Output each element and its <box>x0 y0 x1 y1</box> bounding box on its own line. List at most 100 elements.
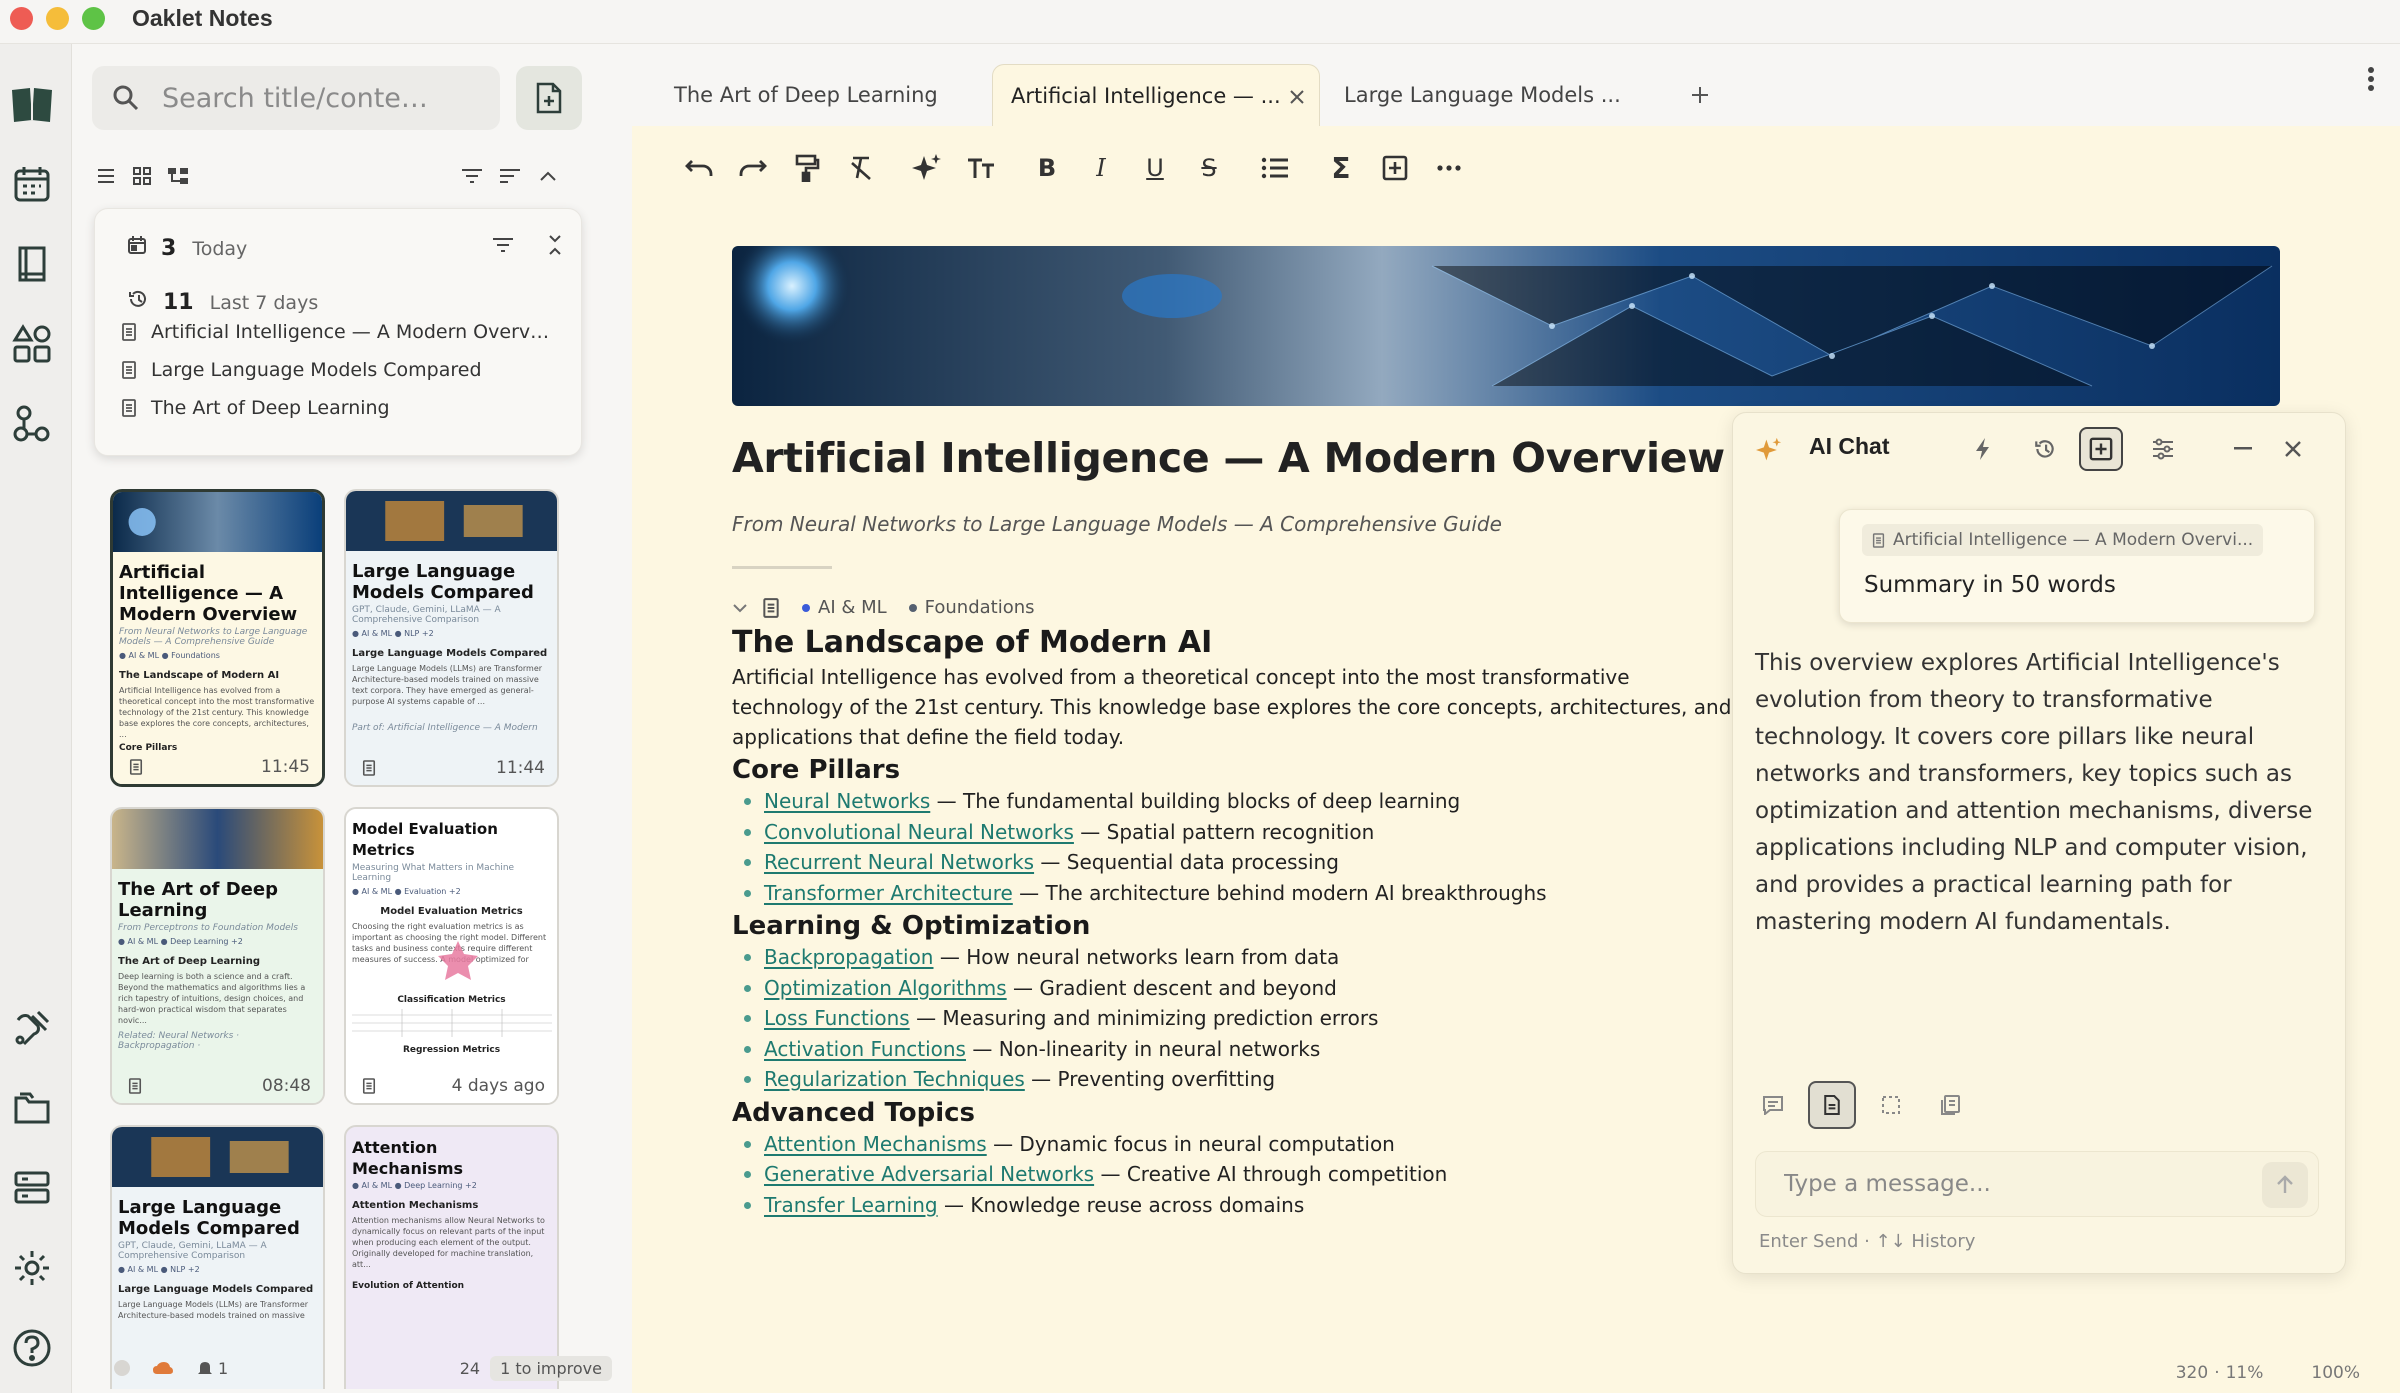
close-window-button[interactable] <box>10 7 33 30</box>
bullet-list-button[interactable] <box>1248 146 1302 190</box>
tree-icon <box>168 168 188 184</box>
format-painter-button[interactable] <box>780 146 834 190</box>
tree-view-button[interactable] <box>164 162 192 190</box>
mode-selection-button[interactable] <box>1867 1081 1915 1129</box>
recent-item[interactable]: Large Language Models Compared <box>121 355 482 385</box>
new-note-button[interactable] <box>516 66 582 130</box>
tab-deep-learning[interactable]: The Art of Deep Learning <box>632 64 982 126</box>
filter-button[interactable] <box>458 162 486 190</box>
note-link[interactable]: Transfer Learning <box>764 1193 938 1217</box>
card-title: Large Language Models Compared <box>352 561 534 603</box>
chevron-down-icon[interactable] <box>732 603 748 613</box>
lightning-icon <box>1976 438 1989 460</box>
close-tab-icon[interactable] <box>1289 89 1305 105</box>
note-link[interactable]: Attention Mechanisms <box>764 1132 987 1156</box>
week-stat[interactable]: 11 Last 7 days <box>127 289 318 315</box>
chat-message-input[interactable] <box>1784 1171 2224 1197</box>
list-item-text: — Preventing overfitting <box>1024 1067 1276 1091</box>
note-link[interactable]: Neural Networks <box>764 789 930 813</box>
sort-button[interactable] <box>496 162 524 190</box>
note-card[interactable]: Model Evaluation Metrics Measuring What … <box>344 807 559 1105</box>
rail-notes-button[interactable] <box>8 80 56 128</box>
note-link[interactable]: Regularization Techniques <box>764 1067 1025 1091</box>
list-view-button[interactable] <box>92 162 120 190</box>
note-link[interactable]: Transformer Architecture <box>764 881 1013 905</box>
recent-item[interactable]: Artificial Intelligence — A Modern Overv… <box>121 317 549 347</box>
paint-roller-icon <box>795 154 820 182</box>
rail-notebook-button[interactable] <box>8 240 56 288</box>
note-link[interactable]: Recurrent Neural Networks <box>764 850 1034 874</box>
search-box[interactable] <box>92 66 500 130</box>
recent-item-label: The Art of Deep Learning <box>151 397 390 419</box>
mode-multi-doc-button[interactable] <box>1926 1081 1974 1129</box>
bold-button[interactable]: B <box>1020 146 1074 190</box>
tag-ai-ml[interactable]: AI & ML <box>802 597 887 618</box>
heading-size-button[interactable] <box>954 146 1008 190</box>
new-tab-button[interactable] <box>1680 64 1720 126</box>
document-icon <box>763 597 779 618</box>
zoom-level[interactable]: 100% <box>2311 1363 2360 1383</box>
note-card[interactable]: Large Language Models Compared GPT, Clau… <box>344 489 559 787</box>
tag-foundations[interactable]: Foundations <box>908 597 1035 618</box>
improve-badge[interactable]: 1 to improve <box>490 1355 612 1381</box>
rail-graph-button[interactable] <box>8 400 56 448</box>
strikethrough-button[interactable]: S <box>1182 146 1236 190</box>
rail-shapes-button[interactable] <box>8 320 56 368</box>
recent-item[interactable]: The Art of Deep Learning <box>121 393 390 423</box>
context-chip[interactable]: Artificial Intelligence — A Modern Overv… <box>1862 524 2264 556</box>
chat-settings-button[interactable] <box>2141 427 2185 471</box>
card-excerpt: Large Language Models (LLMs) are Transfo… <box>118 1300 309 1320</box>
note-link[interactable]: Loss Functions <box>764 1006 910 1030</box>
italic-button[interactable]: I <box>1074 146 1128 190</box>
cloud-icon[interactable] <box>152 1361 174 1375</box>
intro-paragraph[interactable]: Artificial Intelligence has evolved from… <box>732 662 1732 752</box>
rail-storage-button[interactable] <box>8 1164 56 1212</box>
search-input[interactable] <box>162 82 462 114</box>
note-card[interactable]: Artificial Intelligence — A Modern Overv… <box>110 489 325 787</box>
chat-title: AI Chat <box>1809 433 1890 459</box>
underline-button[interactable]: U <box>1128 146 1182 190</box>
mode-document-button[interactable] <box>1808 1081 1856 1129</box>
redo-button[interactable] <box>726 146 780 190</box>
ai-assist-button[interactable] <box>900 146 954 190</box>
new-chat-button[interactable] <box>2079 427 2123 471</box>
recent-collapse-button[interactable] <box>541 231 569 259</box>
send-button[interactable] <box>2262 1162 2308 1208</box>
recent-filter-button[interactable] <box>489 231 517 259</box>
rail-plugins-button[interactable] <box>8 1004 56 1052</box>
note-link[interactable]: Convolutional Neural Networks <box>764 820 1074 844</box>
clear-format-button[interactable] <box>834 146 888 190</box>
card-heading: The Landscape of Modern AI <box>119 670 280 681</box>
mode-chat-button[interactable] <box>1749 1081 1797 1129</box>
quick-actions-button[interactable] <box>1961 427 2005 471</box>
note-link[interactable]: Backpropagation <box>764 945 933 969</box>
card-section: Related: Neural Networks · Backpropagati… <box>118 1031 240 1051</box>
more-vertical-icon <box>2368 67 2374 91</box>
today-stat[interactable]: 3 Today <box>127 235 247 261</box>
collapse-button[interactable] <box>534 162 562 190</box>
chat-history-button[interactable] <box>2023 427 2067 471</box>
zoom-window-button[interactable] <box>82 7 105 30</box>
rail-calendar-button[interactable] <box>8 160 56 208</box>
close-chat-button[interactable] <box>2271 427 2315 471</box>
note-card[interactable]: The Art of Deep Learning From Perceptron… <box>110 807 325 1105</box>
undo-button[interactable] <box>672 146 726 190</box>
more-tools-button[interactable] <box>1422 146 1476 190</box>
tab-llm-compared[interactable]: Large Language Models ... <box>1344 64 1621 126</box>
minimize-window-button[interactable] <box>46 7 69 30</box>
minimize-chat-button[interactable] <box>2221 427 2265 471</box>
sync-status-icon <box>114 1360 130 1376</box>
rail-settings-button[interactable] <box>8 1244 56 1292</box>
insert-block-button[interactable] <box>1368 146 1422 190</box>
bell-icon[interactable] <box>196 1359 214 1377</box>
note-link[interactable]: Activation Functions <box>764 1037 966 1061</box>
rail-folders-button[interactable] <box>8 1084 56 1132</box>
rail-help-button[interactable] <box>8 1324 56 1372</box>
formula-button[interactable]: Σ <box>1314 146 1368 190</box>
note-link[interactable]: Optimization Algorithms <box>764 976 1007 1000</box>
chat-input-box[interactable] <box>1755 1151 2319 1217</box>
tab-menu-button[interactable] <box>2367 66 2375 96</box>
tab-ai-overview[interactable]: Artificial Intelligence — ... <box>992 64 1320 126</box>
note-link[interactable]: Generative Adversarial Networks <box>764 1162 1094 1186</box>
grid-view-button[interactable] <box>128 162 156 190</box>
